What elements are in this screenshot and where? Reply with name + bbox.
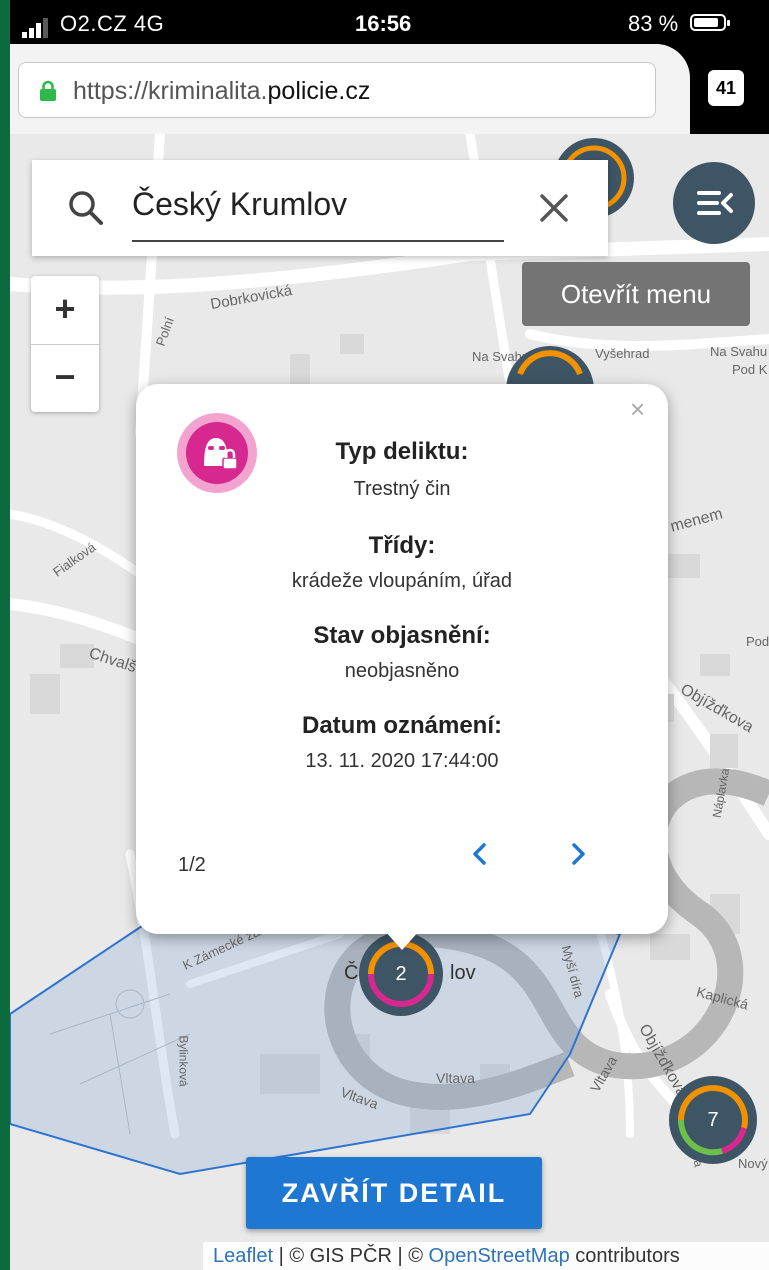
crime-detail-popup: × Typ deliktu: Trestný čin Třídy: krádež… xyxy=(136,384,668,950)
url-text: https://kriminalita.policie.cz xyxy=(73,77,371,105)
openstreetmap-link[interactable]: OpenStreetMap xyxy=(429,1245,570,1267)
clock: 16:56 xyxy=(355,11,412,36)
open-menu-tooltip: Otevřít menu xyxy=(522,262,750,326)
field-label-type: Typ deliktu: xyxy=(335,438,469,465)
field-value-date: 13. 11. 2020 17:44:00 xyxy=(305,750,499,772)
map-attribution: Leaflet | © GIS PČR | © OpenStreetMap co… xyxy=(203,1242,769,1270)
chevron-left-icon[interactable] xyxy=(466,840,494,868)
tab-count-button[interactable]: 41 xyxy=(708,70,744,106)
status-bar: O2.CZ 4G 16:56 83 % xyxy=(10,0,769,44)
open-menu-button[interactable] xyxy=(673,162,755,244)
chevron-right-icon[interactable] xyxy=(564,840,592,868)
field-value-classes: krádeže vloupáním, úřad xyxy=(291,570,513,592)
zoom-control: + − xyxy=(31,276,99,412)
zoom-in-button[interactable]: + xyxy=(31,276,99,345)
search-underline xyxy=(132,240,504,242)
clear-search-icon[interactable] xyxy=(538,192,570,224)
popup-pointer xyxy=(384,930,420,950)
browser-toolbar: https://kriminalita.policie.cz 41 xyxy=(10,44,769,134)
field-value-type: Trestný čin xyxy=(353,478,451,500)
search-box: Český Krumlov xyxy=(32,160,608,256)
carrier-label: O2.CZ 4G xyxy=(60,11,165,36)
field-value-status: neobjasněno xyxy=(344,660,460,682)
zoom-out-button[interactable]: − xyxy=(31,344,99,412)
search-input[interactable]: Český Krumlov xyxy=(132,186,347,223)
signal-icon xyxy=(22,12,50,38)
cluster-count-2: 2 xyxy=(395,963,407,985)
lock-icon xyxy=(40,80,56,101)
field-label-status: Stav objasnění: xyxy=(313,622,491,649)
popup-pager: 1/2 xyxy=(178,854,206,876)
close-popup-button[interactable]: × xyxy=(630,394,645,425)
search-icon xyxy=(69,191,103,225)
menu-collapse-icon xyxy=(697,191,733,215)
address-bar[interactable]: https://kriminalita.policie.cz xyxy=(18,62,656,118)
field-label-date: Datum oznámení: xyxy=(301,712,502,739)
battery-icon xyxy=(690,14,730,31)
field-label-classes: Třídy: xyxy=(368,532,436,559)
battery-percentage: 83 % xyxy=(628,11,679,36)
cluster-count-7: 7 xyxy=(707,1109,719,1131)
leaflet-link[interactable]: Leaflet xyxy=(213,1245,273,1267)
close-detail-button[interactable]: ZAVŘÍT DETAIL xyxy=(246,1157,542,1229)
